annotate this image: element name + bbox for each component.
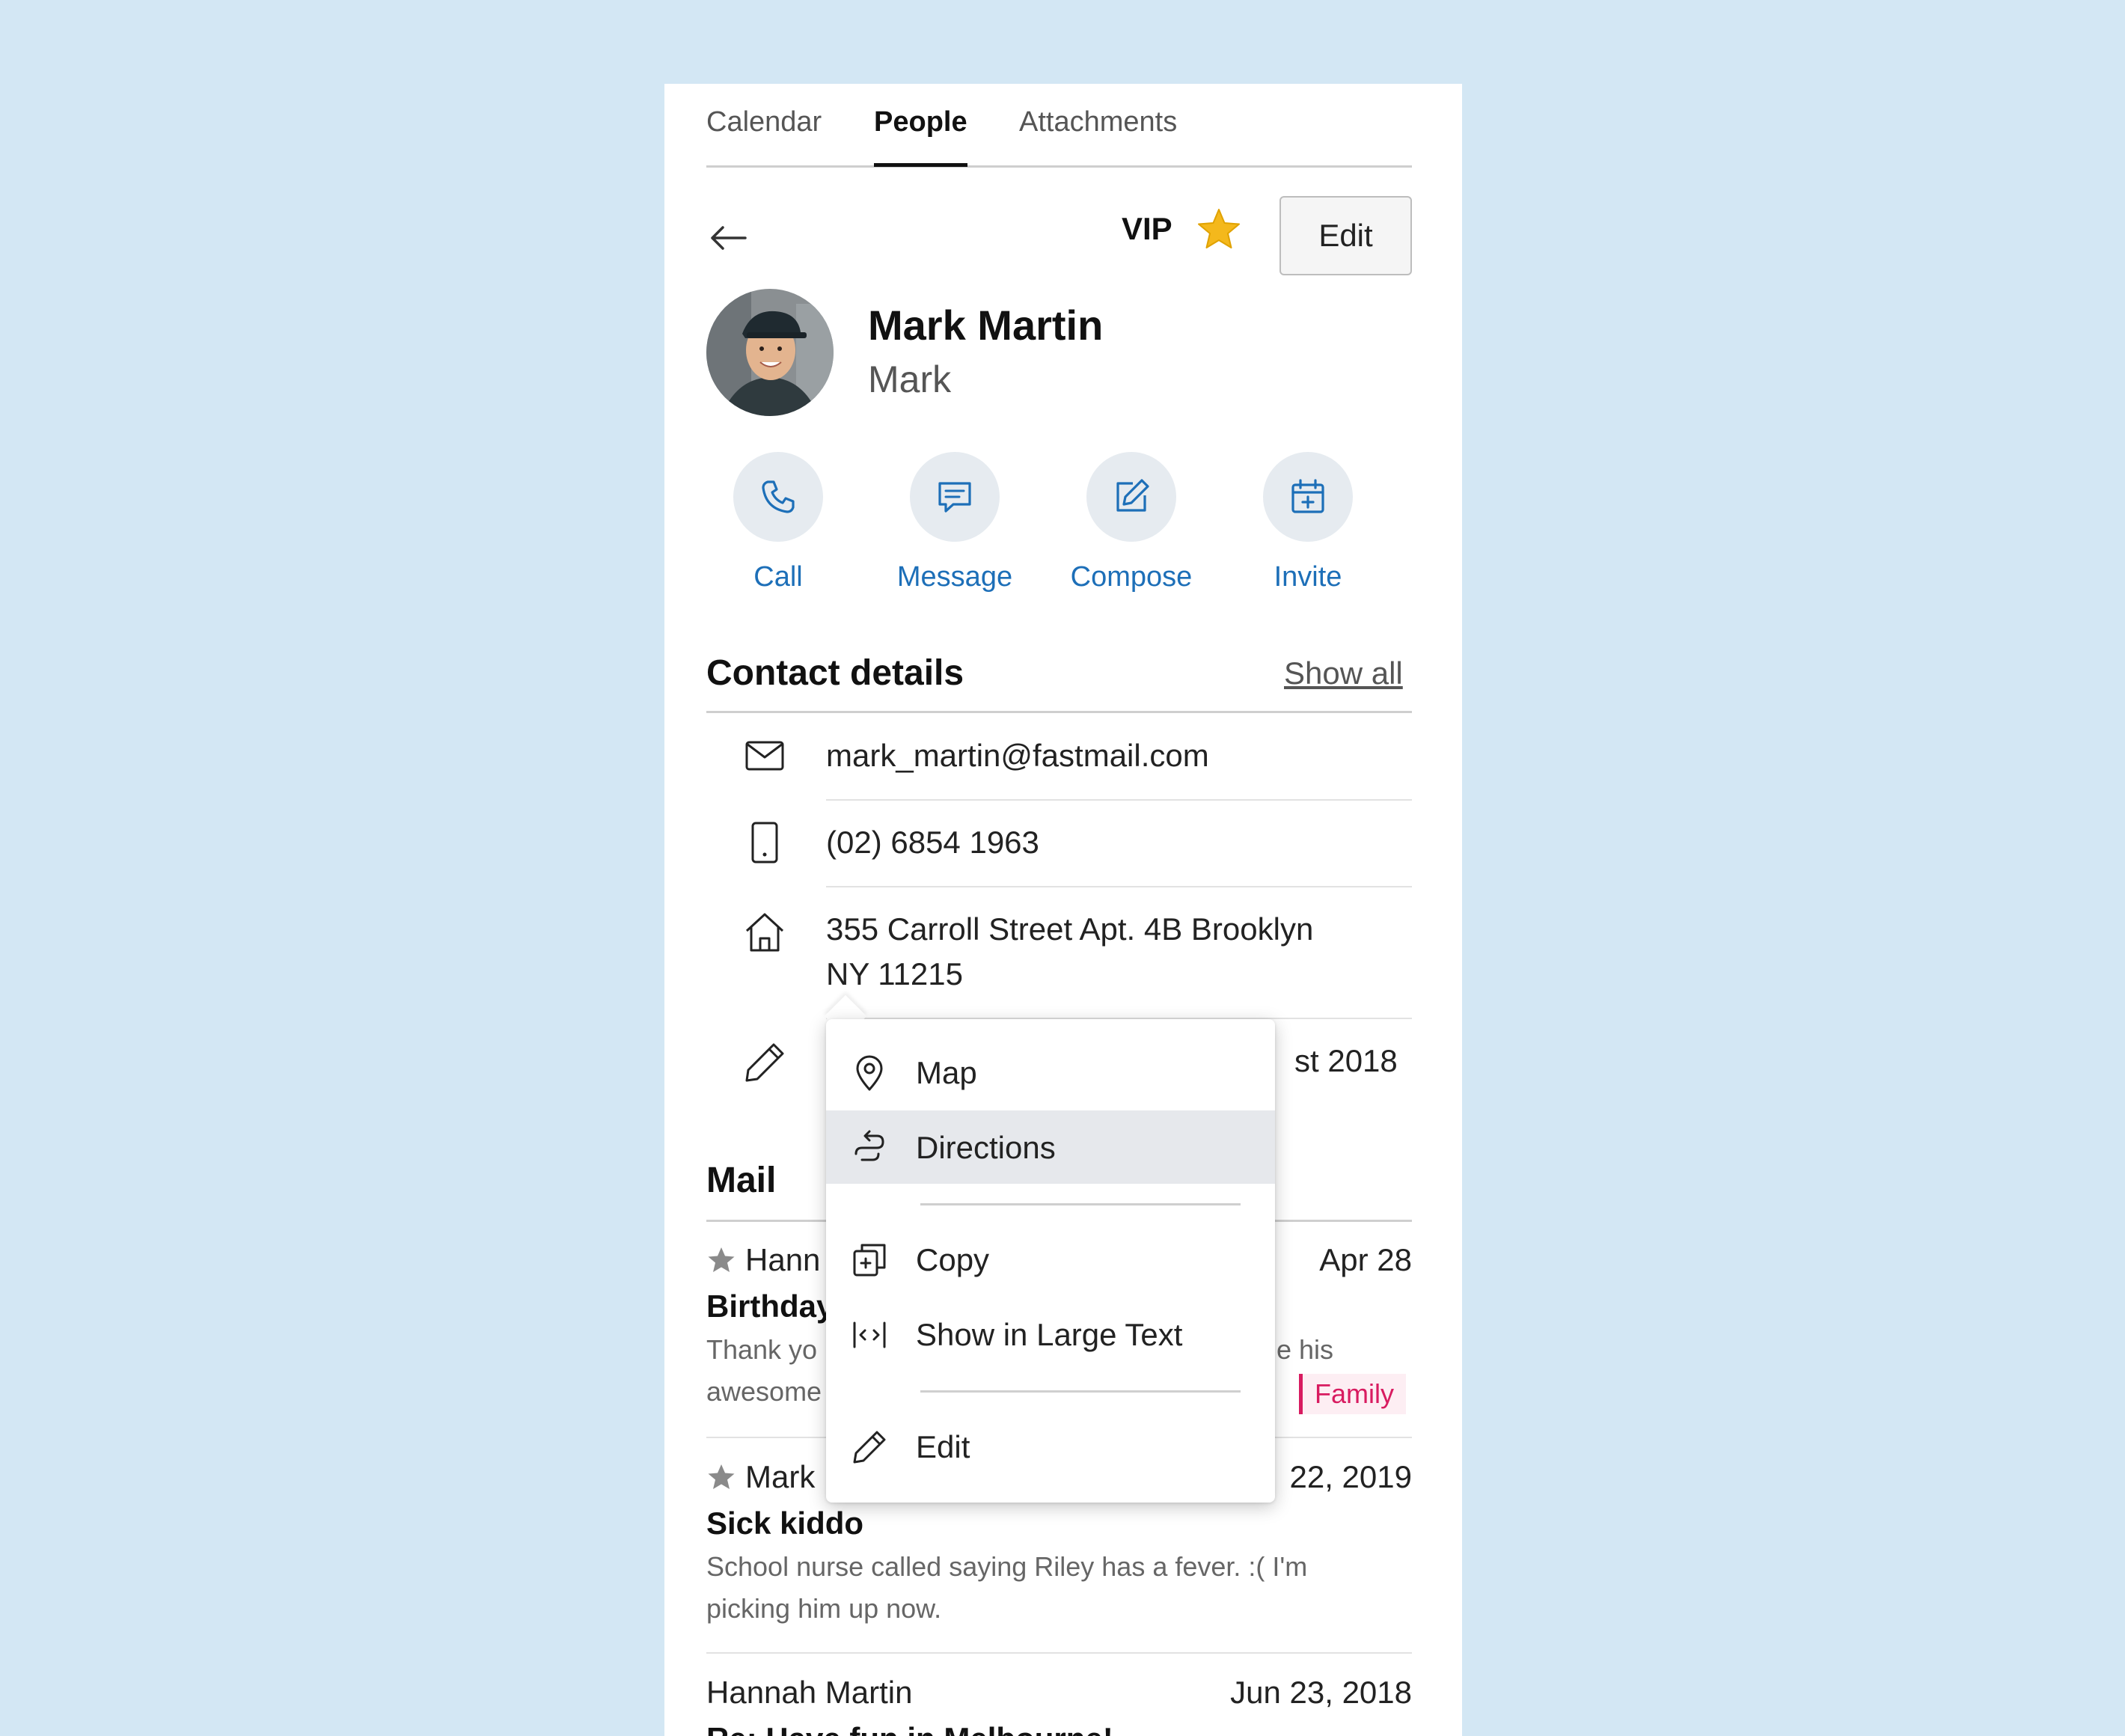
mail-preview-line-2: awesome [706,1376,822,1407]
vip-star-icon[interactable] [1196,207,1242,253]
vip-label: VIP [1122,211,1172,246]
compose-label: Compose [1070,561,1193,593]
copy-icon [853,1244,886,1277]
show-all-link[interactable]: Show all [1284,655,1403,691]
mail-heading: Mail [706,1161,777,1200]
email-value[interactable]: mark_martin@fastmail.com [826,733,1209,778]
message-label: Message [896,561,1013,593]
phone-value[interactable]: (02) 6854 1963 [826,820,1039,865]
menu-item-label: Show in Large Text [916,1317,1183,1352]
menu-item-copy[interactable]: Copy [826,1223,1275,1296]
menu-separator [920,1390,1241,1393]
phone-icon [762,480,795,513]
divider [826,799,1412,801]
mail-sender: Mark [745,1459,816,1494]
mail-preview-line-1-end: e his [1276,1334,1334,1365]
pencil-icon [745,1043,784,1082]
address-value[interactable]: 355 Carroll Street Apt. 4B Brooklyn NY 1… [826,907,1313,997]
call-label: Call [753,561,803,593]
mail-sender: Hannah Martin [706,1675,913,1710]
tab-people[interactable]: People [874,106,967,167]
directions-icon [854,1130,884,1161]
compose-icon [1116,479,1149,512]
mail-preview: School nurse called saying Riley has a f… [706,1546,1307,1630]
address-context-menu: Map Directions Copy Show in Large Text E… [826,1019,1275,1503]
menu-item-show-large-text[interactable]: Show in Large Text [826,1298,1275,1371]
message-icon [938,482,971,513]
menu-item-label: Copy [916,1242,990,1277]
call-button[interactable]: Call [696,452,860,593]
contact-details-heading: Contact details [706,653,964,693]
menu-separator [920,1203,1241,1205]
pencil-icon [853,1431,886,1464]
mail-subject[interactable]: Sick kiddo [706,1506,863,1541]
back-arrow-icon[interactable] [706,216,751,260]
mail-date: Jun 23, 2018 [1230,1675,1412,1710]
divider [706,711,1412,713]
calendar-add-icon [1291,479,1324,513]
mail-sender: Hann [745,1242,821,1277]
menu-item-edit[interactable]: Edit [826,1410,1275,1483]
invite-label: Invite [1274,561,1342,593]
divider [706,1652,1412,1654]
invite-button[interactable]: Invite [1226,452,1390,593]
contact-nickname: Mark [868,358,952,400]
compose-button[interactable]: Compose [1049,452,1214,593]
family-tag[interactable]: Family [1299,1374,1406,1414]
address-line-1: 355 Carroll Street Apt. 4B Brooklyn [826,911,1314,947]
menu-item-directions[interactable]: Directions [826,1110,1275,1184]
expand-text-icon [853,1321,886,1348]
star-icon[interactable] [706,1245,736,1275]
message-button[interactable]: Message [872,452,1037,593]
menu-item-map[interactable]: Map [826,1036,1275,1109]
tab-bar: Calendar People Attachments [706,84,1412,168]
avatar [706,289,834,416]
menu-item-label: Edit [916,1429,970,1464]
mobile-phone-icon [751,822,778,864]
note-value: st 2018 [1294,1043,1398,1078]
star-icon[interactable] [706,1462,736,1492]
edit-contact-button[interactable]: Edit [1279,196,1412,275]
home-icon [745,913,784,952]
mail-preview: Thank yo awesome [706,1329,822,1413]
menu-item-label: Map [916,1055,977,1090]
contact-name: Mark Martin [868,302,1104,349]
map-pin-icon [856,1055,883,1091]
divider [826,886,1412,887]
tab-attachments[interactable]: Attachments [1019,106,1177,138]
email-icon [745,741,784,771]
mail-preview-line-1: School nurse called saying Riley has a f… [706,1551,1308,1582]
menu-item-label: Directions [916,1130,1056,1165]
mail-preview-line-2: picking him up now. [706,1593,942,1624]
mail-preview-line-1: Thank yo [706,1334,818,1365]
mail-subject[interactable]: Re: Have fun in Melbourne! [706,1721,1113,1736]
tab-calendar[interactable]: Calendar [706,106,822,138]
address-line-2: NY 11215 [826,956,963,991]
mail-subject[interactable]: Birthday [706,1289,834,1324]
